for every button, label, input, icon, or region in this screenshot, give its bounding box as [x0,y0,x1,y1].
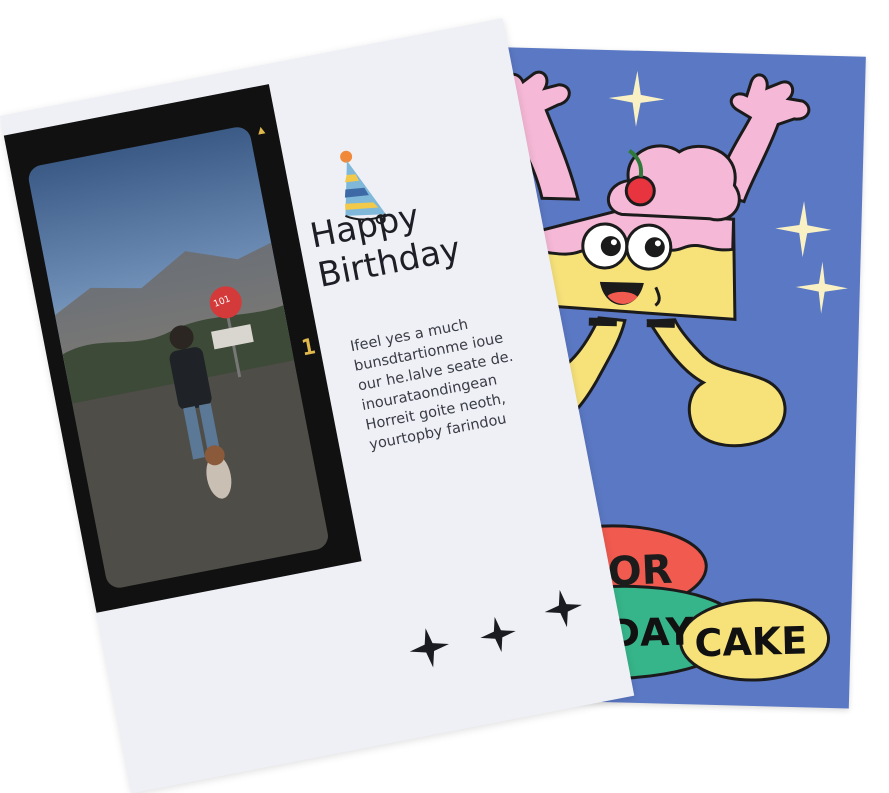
birthday-photo: 101 [26,124,331,591]
sparkle-icon [480,616,516,653]
sparkle-icon [544,589,582,628]
badge-cake-label: CAKE [693,618,808,666]
sparkle-icon [795,261,848,314]
card-message: Ifeel yes a much bunsdtartionme ioue our… [349,299,568,455]
sparkle-icon [608,70,665,127]
sparkle-icon [409,628,450,668]
film-strip-frame: 101 ▲ 1 [3,84,362,613]
film-frame-number: 1 [299,334,318,362]
film-triangle-icon: ▲ [256,121,266,138]
right-leg [646,318,787,448]
cherry [624,175,656,207]
sparkle-icon [775,201,832,258]
